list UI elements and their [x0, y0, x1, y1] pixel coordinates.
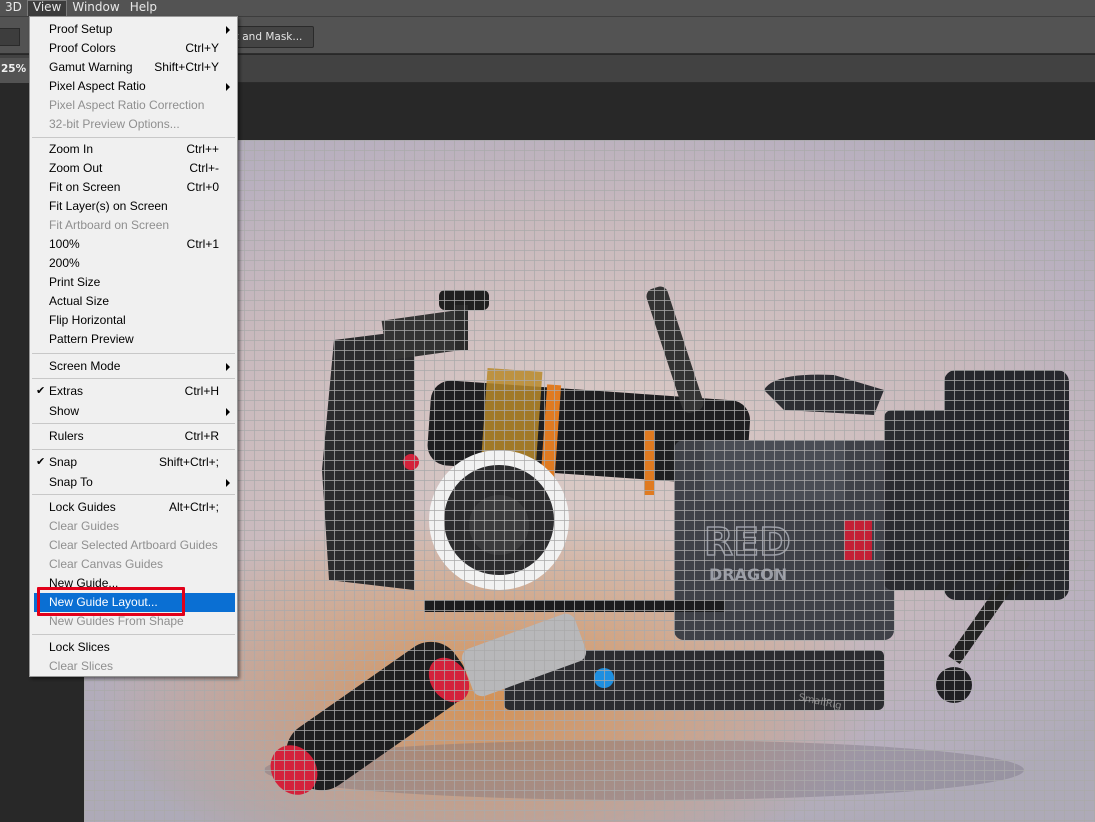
camera-brand-text: RED	[704, 520, 791, 564]
menu-item-extras[interactable]: ✔ Extras Ctrl+H	[31, 382, 236, 401]
menu-item-clear-guides: Clear Guides	[49, 519, 120, 533]
checkmark-icon: ✔	[36, 385, 46, 397]
menu-window[interactable]: Window	[67, 0, 124, 16]
red-side-logo	[844, 520, 872, 560]
lens-ring-orange-2	[644, 430, 654, 495]
menu-item-pixel-aspect-ratio[interactable]: Pixel Aspect Ratio	[31, 77, 236, 96]
menu-item-show[interactable]: Show	[31, 402, 236, 421]
menu-item-snap[interactable]: ✔ Snap Shift+Ctrl+;	[31, 453, 236, 472]
menu-separator	[32, 494, 235, 495]
menu-separator	[32, 378, 235, 379]
camera-body-top	[704, 440, 844, 500]
menu-item-32bit-preview-options: 32-bit Preview Options...	[49, 117, 180, 131]
submenu-arrow-icon	[226, 363, 230, 371]
menu-item-print-size[interactable]: Print Size	[31, 273, 236, 292]
arm-knob	[936, 667, 972, 703]
side-monitor-back	[944, 370, 1069, 600]
menu-item-new-guide[interactable]: New Guide...	[31, 574, 236, 593]
submenu-arrow-icon	[226, 408, 230, 416]
menu-item-proof-setup[interactable]: Proof Setup	[31, 20, 236, 39]
view-menu-dropdown: Proof Setup Proof Colors Ctrl+Y Gamut War…	[29, 16, 238, 677]
options-field[interactable]	[0, 28, 20, 46]
follow-focus-hub	[469, 495, 529, 555]
matte-box	[322, 330, 414, 590]
menu-item-pixel-aspect-ratio-correction: Pixel Aspect Ratio Correction	[49, 98, 205, 112]
menu-item-lock-guides[interactable]: Lock Guides Alt+Ctrl+;	[31, 498, 236, 517]
submenu-arrow-icon	[226, 479, 230, 487]
menu-item-100-percent[interactable]: 100% Ctrl+1	[31, 235, 236, 254]
menu-item-fit-artboard-on-screen: Fit Artboard on Screen	[49, 218, 170, 232]
menu-item-screen-mode[interactable]: Screen Mode	[31, 357, 236, 376]
submenu-arrow-icon	[226, 83, 230, 91]
menu-separator	[32, 353, 235, 354]
menu-item-clear-slices: Clear Slices	[49, 659, 114, 673]
checkmark-icon: ✔	[36, 456, 46, 468]
menu-item-rulers[interactable]: Rulers Ctrl+R	[31, 427, 236, 446]
menu-item-fit-on-screen[interactable]: Fit on Screen Ctrl+0	[31, 178, 236, 197]
red-badge	[403, 454, 419, 470]
menu-help[interactable]: Help	[125, 0, 162, 16]
menu-view[interactable]: View	[26, 0, 68, 16]
menu-separator	[32, 449, 235, 450]
menu-item-new-guide-layout[interactable]: New Guide Layout...	[34, 593, 235, 612]
menu-item-fit-layers-on-screen[interactable]: Fit Layer(s) on Screen	[31, 197, 236, 216]
menu-item-new-guides-from-shape: New Guides From Shape	[49, 614, 184, 628]
menu-item-pattern-preview[interactable]: Pattern Preview	[31, 330, 236, 349]
menu-bar: 3D View Window Help	[0, 0, 1095, 16]
menu-item-actual-size[interactable]: Actual Size	[31, 292, 236, 311]
menu-item-zoom-out[interactable]: Zoom Out Ctrl+-	[31, 159, 236, 178]
submenu-arrow-icon	[226, 26, 230, 34]
top-handle-stem	[454, 305, 468, 350]
menu-separator	[32, 634, 235, 635]
menu-item-zoom-in[interactable]: Zoom In Ctrl++	[31, 140, 236, 159]
menu-item-clear-canvas-guides: Clear Canvas Guides	[49, 557, 164, 571]
menu-separator	[32, 423, 235, 424]
menu-item-200-percent[interactable]: 200%	[31, 254, 236, 273]
menu-item-gamut-warning[interactable]: Gamut Warning Shift+Ctrl+Y	[31, 58, 236, 77]
menu-item-snap-to[interactable]: Snap To	[31, 473, 236, 492]
blue-knob	[594, 668, 614, 688]
rig-rails	[424, 600, 724, 612]
matte-box-top	[381, 309, 467, 361]
menu-separator	[32, 137, 235, 138]
menu-item-proof-colors[interactable]: Proof Colors Ctrl+Y	[31, 39, 236, 58]
menu-3d[interactable]: 3D	[0, 0, 27, 16]
menu-item-flip-horizontal[interactable]: Flip Horizontal	[31, 311, 236, 330]
camera-model-text: DRAGON	[709, 565, 787, 584]
camera-top-handle	[764, 374, 884, 415]
menu-item-lock-slices[interactable]: Lock Slices	[31, 638, 236, 657]
menu-item-clear-selected-artboard-guides: Clear Selected Artboard Guides	[49, 538, 218, 552]
